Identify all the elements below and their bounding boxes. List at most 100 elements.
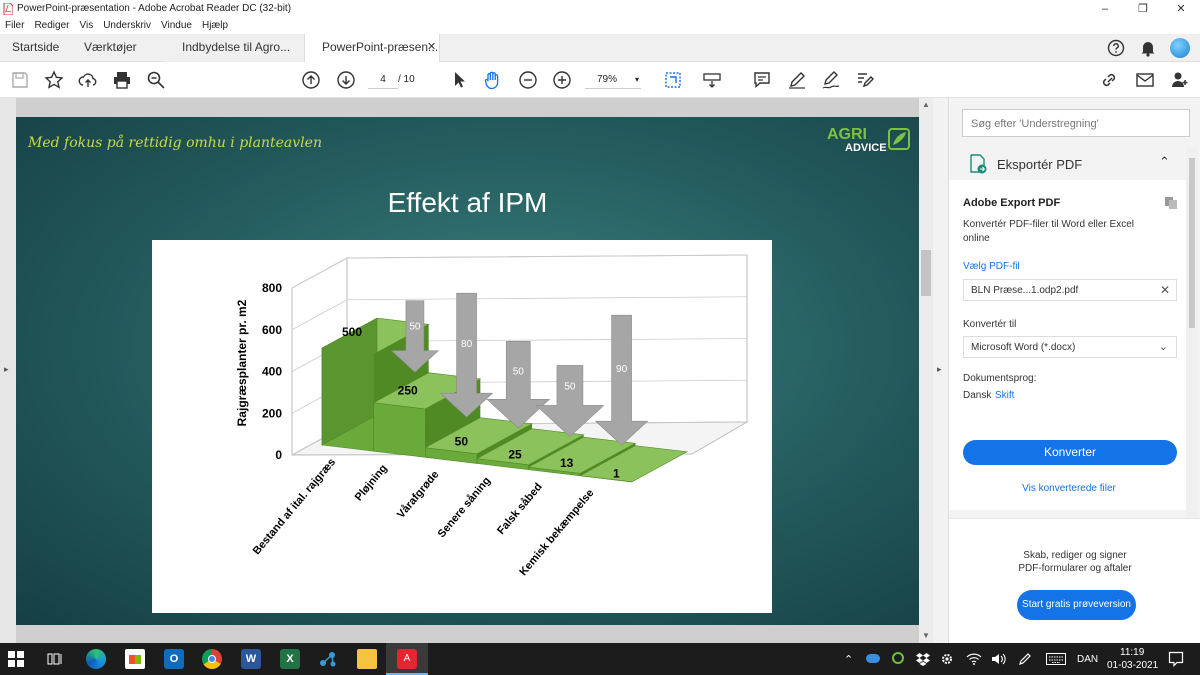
acrobat-icon bbox=[3, 3, 13, 15]
right-pane-toggle[interactable]: ▸ bbox=[933, 98, 948, 643]
clock-time[interactable]: 11:19 bbox=[1120, 647, 1144, 658]
change-language-link[interactable]: Skift bbox=[995, 390, 1014, 401]
tab-tools[interactable]: Værktøjer bbox=[84, 34, 137, 62]
previous-page-button[interactable] bbox=[299, 68, 323, 92]
wifi-icon[interactable] bbox=[966, 653, 982, 665]
zoom-out-button[interactable] bbox=[516, 68, 540, 92]
scroll-mode-button[interactable] bbox=[700, 68, 724, 92]
outlook-icon[interactable]: O bbox=[164, 649, 184, 669]
highlight-button[interactable] bbox=[785, 68, 809, 92]
gear-icon[interactable] bbox=[940, 652, 954, 666]
copy-icon[interactable] bbox=[1164, 196, 1178, 210]
windows-start-icon[interactable] bbox=[8, 651, 24, 667]
share-user-button[interactable] bbox=[1168, 68, 1192, 92]
next-page-button[interactable] bbox=[334, 68, 358, 92]
email-button[interactable] bbox=[1133, 68, 1157, 92]
taskbar-acrobat-active[interactable]: A bbox=[386, 643, 428, 675]
y-tick-label: 400 bbox=[262, 365, 282, 379]
clock-date[interactable]: 01-03-2021 bbox=[1107, 660, 1158, 671]
hand-icon bbox=[484, 71, 499, 90]
x-tick-label: Falsk såbed bbox=[495, 481, 545, 537]
notification-icon[interactable] bbox=[1168, 651, 1184, 667]
panel-scrollbar[interactable] bbox=[1186, 148, 1198, 518]
chevron-up-icon[interactable]: ⌃ bbox=[1159, 154, 1170, 170]
bell-icon[interactable] bbox=[1140, 39, 1156, 57]
edge-icon[interactable] bbox=[86, 649, 106, 669]
tab-close-icon[interactable]: ✕ bbox=[427, 34, 436, 60]
x-tick-label: Senere såning bbox=[436, 475, 494, 540]
onedrive-icon[interactable] bbox=[866, 654, 880, 663]
scroll-up-icon[interactable]: ▲ bbox=[922, 100, 930, 109]
word-icon[interactable]: W bbox=[241, 649, 261, 669]
menu-edit[interactable]: Rediger bbox=[29, 18, 74, 34]
menu-view[interactable]: Vis bbox=[74, 18, 98, 34]
chrome-icon[interactable] bbox=[202, 649, 222, 669]
bookmark-button[interactable] bbox=[42, 68, 66, 92]
menu-window[interactable]: Vindue bbox=[156, 18, 197, 34]
arrow-up-circle-icon bbox=[302, 71, 320, 89]
zoom-in-button[interactable] bbox=[550, 68, 574, 92]
description-line1: Konvertér PDF-filer til Word eller Excel bbox=[963, 219, 1134, 230]
hand-tool-button[interactable] bbox=[481, 68, 505, 92]
scroll-down-icon[interactable]: ▼ bbox=[922, 631, 930, 640]
tab-document-invitation[interactable]: Indbydelse til Agro... bbox=[164, 34, 304, 62]
document-language-label: Dokumentsprog: bbox=[963, 373, 1037, 384]
edit-pdf-button[interactable] bbox=[853, 68, 877, 92]
promo-line1: Skab, rediger og signer bbox=[1023, 550, 1127, 561]
store-icon[interactable] bbox=[125, 649, 145, 669]
avatar[interactable] bbox=[1170, 38, 1190, 58]
save-button[interactable] bbox=[8, 68, 32, 92]
show-hidden-icons-icon[interactable]: ⌃ bbox=[844, 653, 853, 666]
keyboard-icon[interactable] bbox=[1046, 653, 1066, 665]
help-icon[interactable] bbox=[1107, 39, 1125, 57]
zoom-select[interactable]: 79% ▾ bbox=[585, 71, 641, 89]
input-language[interactable]: DAN bbox=[1077, 654, 1098, 665]
page-display-button[interactable] bbox=[658, 68, 688, 92]
convert-to-label: Konvertér til bbox=[963, 319, 1017, 330]
plus-circle-icon bbox=[553, 71, 571, 89]
menu-sign[interactable]: Underskriv bbox=[98, 18, 156, 34]
choose-file-link[interactable]: Vælg PDF-fil bbox=[963, 261, 1020, 272]
share-link-button[interactable] bbox=[1098, 68, 1122, 92]
start-trial-button[interactable]: Start gratis prøveversion bbox=[1017, 590, 1136, 620]
export-pdf-header[interactable]: Eksportér PDF ⌃ bbox=[949, 148, 1189, 180]
search-button[interactable] bbox=[144, 68, 168, 92]
view-converted-files-link[interactable]: Vis konverterede filer bbox=[949, 483, 1189, 494]
tab-home[interactable]: Startside bbox=[12, 34, 59, 62]
volume-icon[interactable] bbox=[991, 653, 1007, 665]
tools-search-input[interactable]: Søg efter 'Understregning' bbox=[962, 109, 1190, 137]
menu-bar: Filer Rediger Vis Underskriv Vindue Hjæl… bbox=[0, 18, 1200, 34]
upload-button[interactable] bbox=[76, 68, 100, 92]
menu-file[interactable]: Filer bbox=[0, 18, 29, 34]
print-button[interactable] bbox=[110, 68, 134, 92]
clear-file-icon[interactable]: ✕ bbox=[1160, 283, 1170, 297]
windows-taskbar: O W X A ⌃ DAN 11:19 01-03-2021 bbox=[0, 643, 1200, 675]
sync-icon[interactable] bbox=[892, 652, 904, 664]
close-button[interactable]: ✕ bbox=[1162, 0, 1200, 18]
minus-circle-icon bbox=[519, 71, 537, 89]
select-tool-button[interactable] bbox=[447, 68, 471, 92]
dropbox-icon[interactable] bbox=[916, 652, 930, 666]
convert-button[interactable]: Konverter bbox=[963, 440, 1177, 465]
file-explorer-icon[interactable] bbox=[357, 649, 377, 669]
minimize-button[interactable]: – bbox=[1086, 0, 1124, 18]
section-title: Adobe Export PDF bbox=[963, 197, 1061, 209]
network-app-icon[interactable] bbox=[318, 649, 338, 669]
tab-document-powerpoint[interactable]: PowerPoint-præsen... ✕ bbox=[304, 34, 440, 62]
page-number-input[interactable]: 4 bbox=[368, 71, 398, 89]
excel-icon[interactable]: X bbox=[280, 649, 300, 669]
task-view-icon[interactable] bbox=[47, 651, 63, 667]
panel-scrollbar-thumb[interactable] bbox=[1189, 158, 1195, 328]
tab-bar: Startside Værktøjer Indbydelse til Agro.… bbox=[0, 34, 1200, 62]
comment-button[interactable] bbox=[750, 68, 774, 92]
maximize-button[interactable]: ❐ bbox=[1124, 0, 1162, 18]
scrollbar-thumb[interactable] bbox=[921, 250, 931, 296]
document-scrollbar[interactable]: ▲ ▼ bbox=[919, 98, 933, 643]
fill-sign-button[interactable] bbox=[819, 68, 843, 92]
menu-help[interactable]: Hjælp bbox=[197, 18, 233, 34]
pen-icon bbox=[789, 72, 805, 89]
convert-to-select[interactable]: Microsoft Word (*.docx) ⌄ bbox=[963, 336, 1177, 358]
reduction-arrow-label: 50 bbox=[513, 366, 525, 377]
left-pane-toggle[interactable]: ▸ bbox=[0, 98, 16, 643]
pen-tray-icon[interactable] bbox=[1018, 652, 1032, 666]
